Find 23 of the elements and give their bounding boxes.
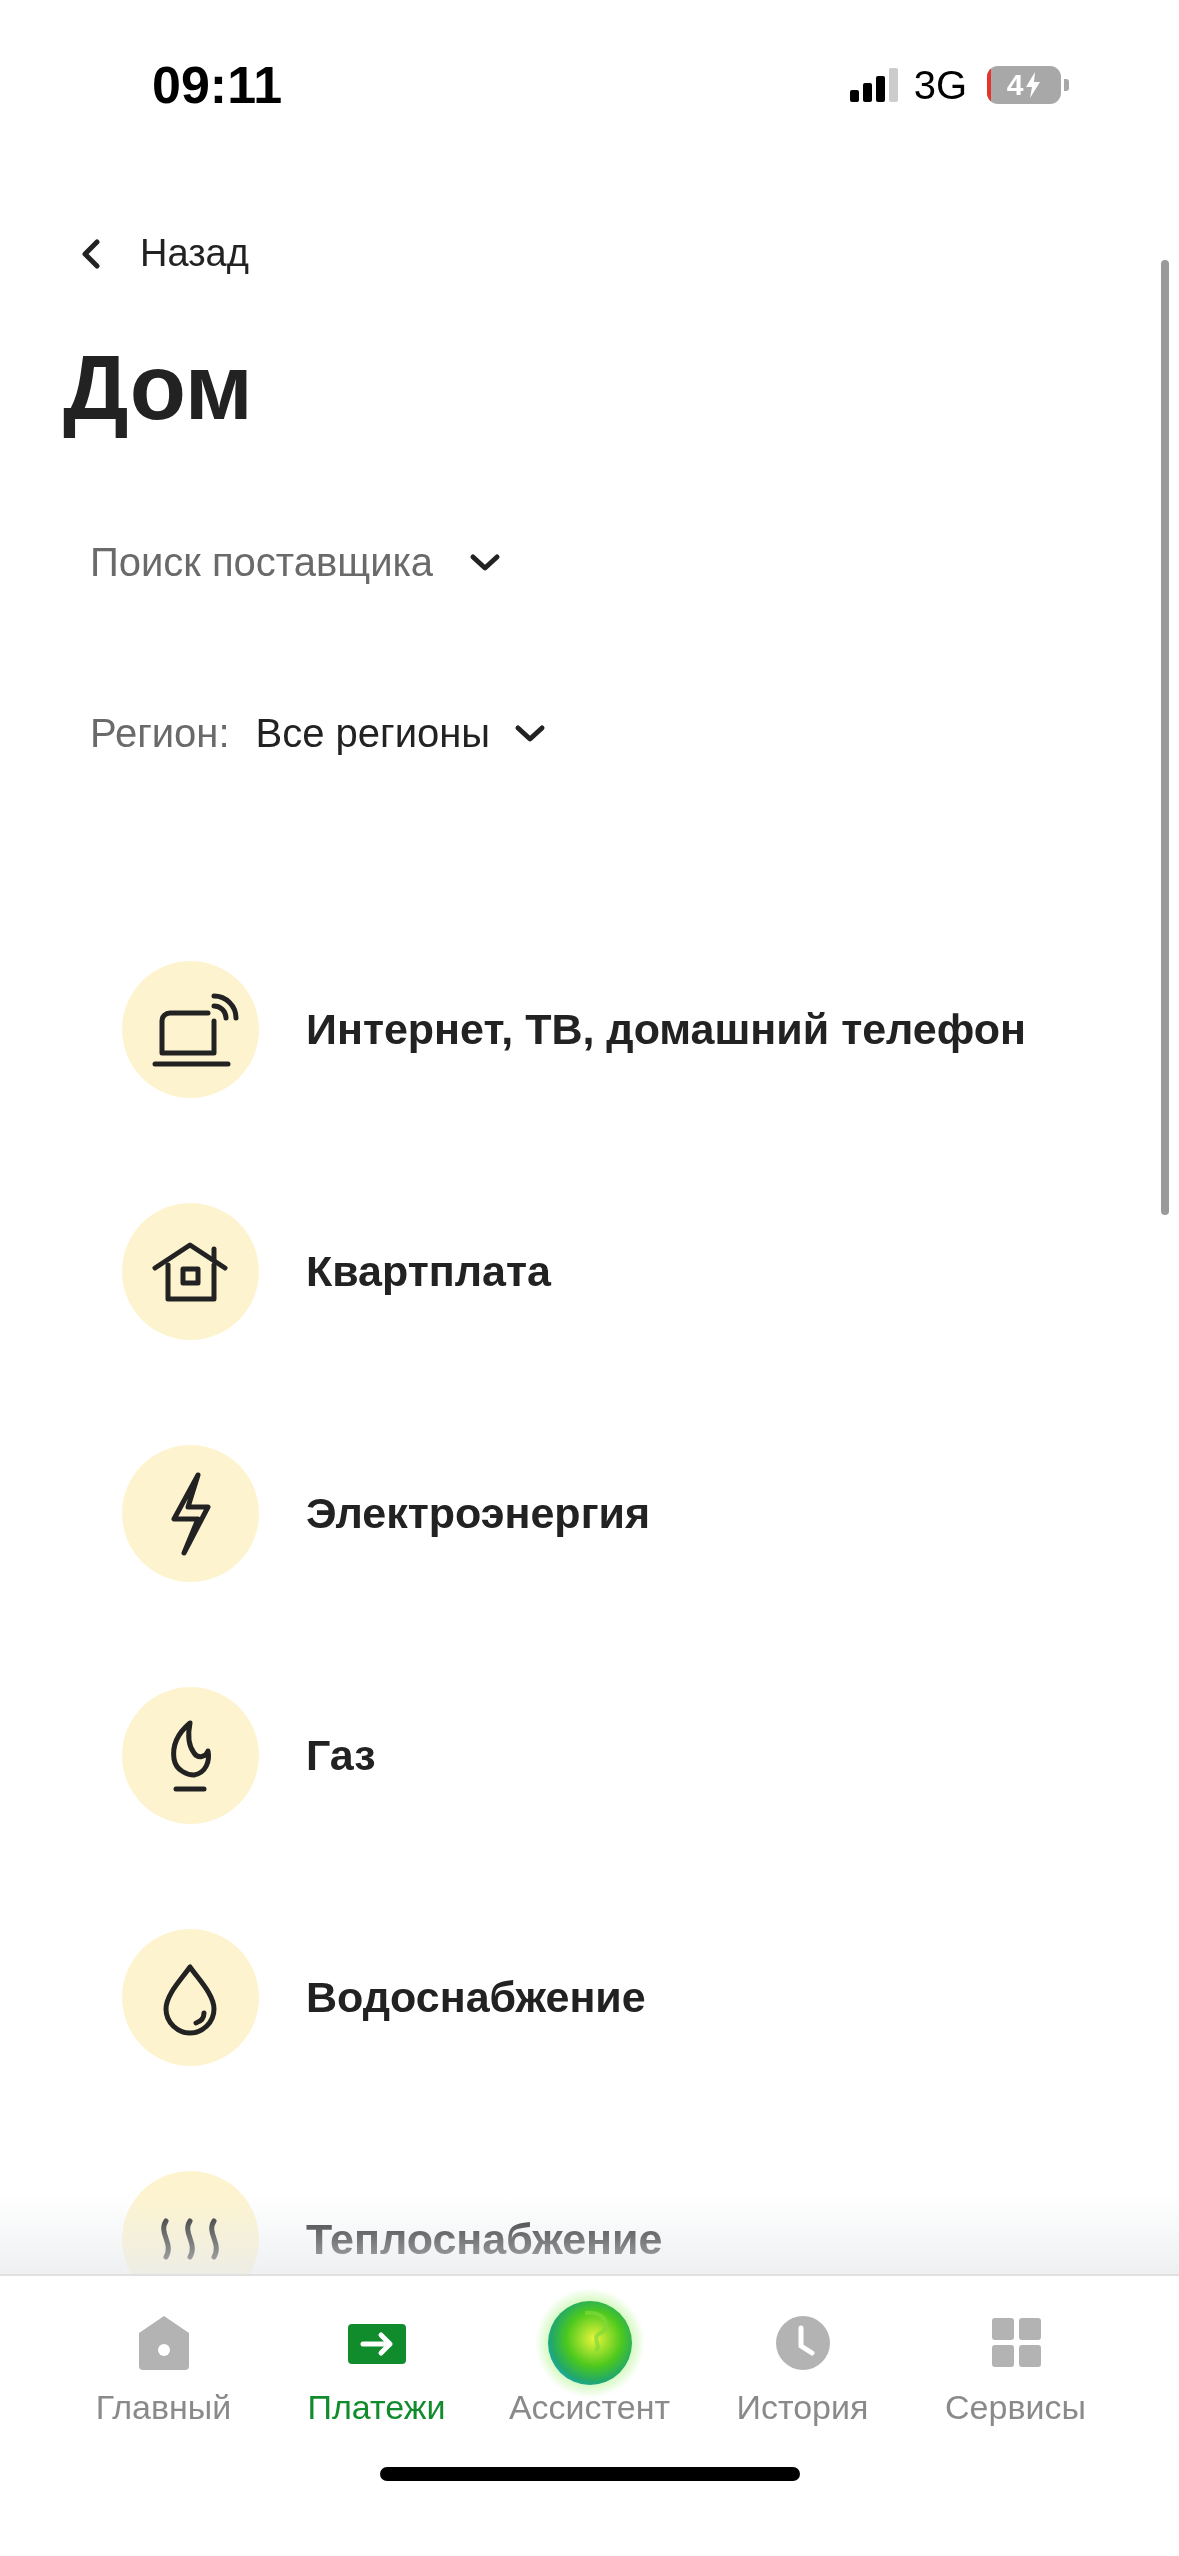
category-item[interactable]: Водоснабжение	[122, 1929, 646, 2067]
category-item[interactable]: Интернет, ТВ, домашний телефон	[122, 961, 1027, 1099]
house-icon	[122, 1203, 259, 1341]
drop-icon	[122, 1929, 259, 2067]
laptop-icon	[122, 961, 259, 1099]
heat-waves-icon	[122, 2171, 259, 2274]
back-chevron-icon	[80, 237, 102, 270]
category-item[interactable]: Квартплата	[122, 1203, 551, 1341]
region-label: Регион:	[90, 711, 230, 757]
tab-bar-item[interactable]: Платежи	[270, 2288, 483, 2427]
page-title: Дом	[63, 337, 254, 439]
network-type: 3G	[913, 62, 967, 108]
back-link[interactable]: Назад	[80, 232, 249, 275]
status-time: 09:11	[152, 55, 283, 115]
flame-icon	[122, 1687, 259, 1825]
region-dropdown[interactable]: Все регионы	[255, 711, 547, 757]
category-item[interactable]: Газ	[122, 1687, 376, 1825]
signal-icon	[849, 68, 900, 102]
category-item[interactable]: Теплоснабжение	[122, 2171, 663, 2274]
category-item[interactable]: Электроэнергия	[122, 1445, 651, 1583]
supplier-search-dropdown[interactable]: Поиск поставщика	[90, 540, 502, 586]
orb-icon	[534, 2288, 645, 2398]
lightning-icon	[122, 1445, 259, 1583]
